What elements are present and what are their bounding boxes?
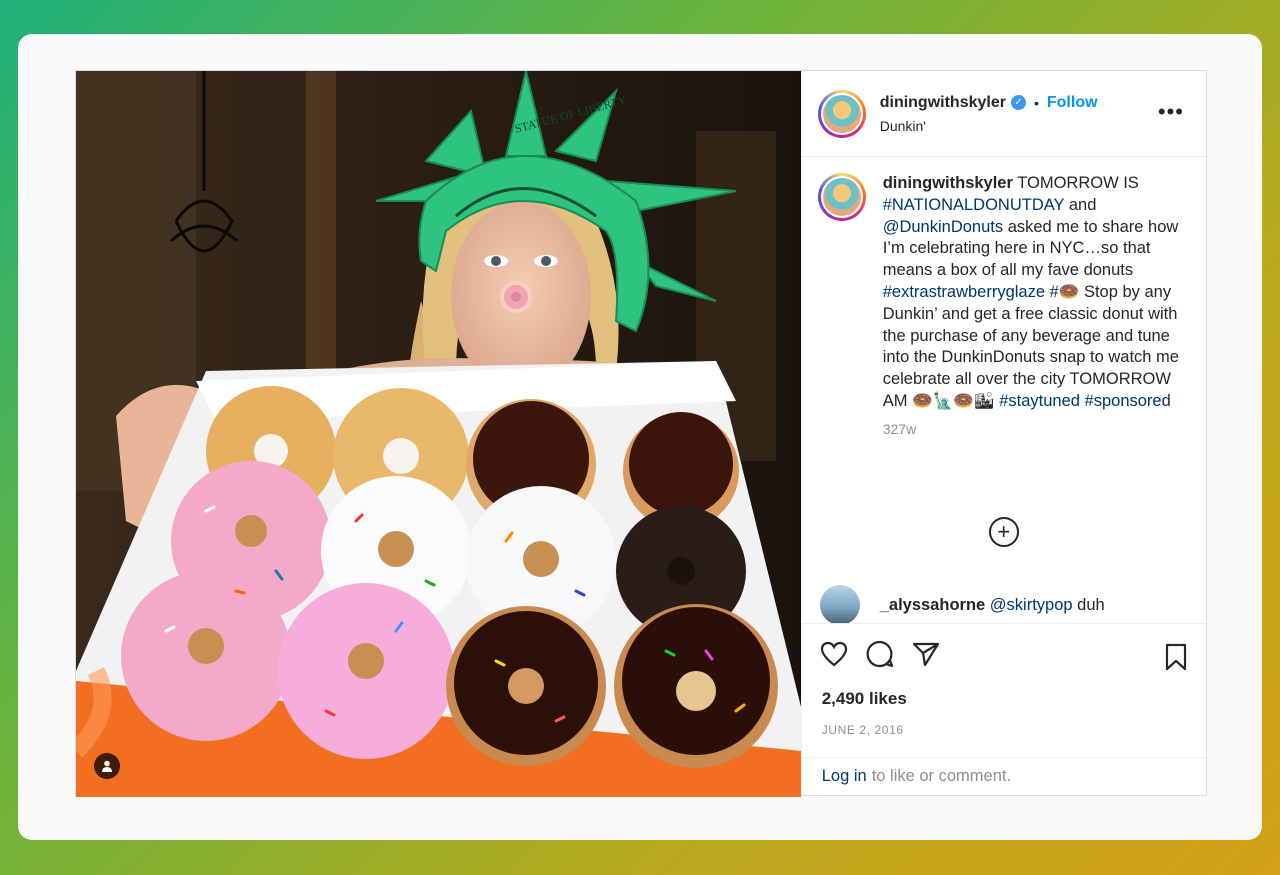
user-tag-icon[interactable] (94, 753, 120, 779)
more-options-icon[interactable]: ••• (1158, 101, 1184, 123)
comment-icon[interactable] (866, 640, 894, 673)
verified-badge-icon: ✓ (1010, 95, 1026, 110)
caption-text: TOMORROW IS #NATIONALDONUTDAY and @Dunki… (883, 174, 1179, 410)
caption-hashtag[interactable]: @DunkinDonuts (883, 218, 1003, 236)
caption-segment: TOMORROW IS (1017, 174, 1139, 192)
donut-photo: STATUE OF LIBERTY (76, 71, 801, 797)
location-link[interactable]: Dunkin' (880, 118, 1098, 134)
comments-section: diningwithskyler TOMORROW IS #NATIONALDO… (802, 157, 1206, 623)
caption-avatar[interactable] (817, 173, 866, 221)
follow-button[interactable]: Follow (1047, 94, 1098, 112)
comment-mention[interactable]: @skirtypop (990, 596, 1073, 615)
comment-item: _alyssahorne @skirtypop duh (819, 585, 1105, 623)
author-username[interactable]: diningwithskyler (880, 94, 1006, 112)
bookmark-icon[interactable] (1164, 643, 1188, 676)
post-date: JUNE 2, 2016 (821, 723, 904, 737)
likes-count[interactable]: 2,490 likes (802, 689, 1206, 717)
caption-hashtag[interactable]: #staytuned (999, 392, 1080, 410)
load-more-comments-icon[interactable]: + (988, 517, 1019, 547)
login-prompt: Log in to like or comment. (801, 757, 1206, 795)
action-bar (801, 623, 1206, 689)
commenter-avatar[interactable] (819, 585, 860, 623)
caption-username[interactable]: diningwithskyler (883, 174, 1013, 192)
header-separator: • (1033, 94, 1039, 111)
post-header: diningwithskyler ✓ • Follow Dunkin' ••• (801, 71, 1206, 157)
caption-hashtag[interactable]: #🍩 (1050, 283, 1080, 301)
post-sidebar: diningwithskyler ✓ • Follow Dunkin' ••• … (800, 71, 1206, 795)
post-image[interactable]: STATUE OF LIBERTY (76, 71, 801, 797)
author-avatar[interactable] (817, 89, 866, 138)
post-container: STATUE OF LIBERTY diningwithskyler ✓ • F… (75, 70, 1207, 797)
caption-segment: and (1064, 195, 1097, 214)
caption-hashtag[interactable]: #extrastrawberryglaze (883, 283, 1045, 301)
caption-hashtag[interactable]: #sponsored (1085, 392, 1171, 410)
caption-age: 327w (882, 420, 917, 437)
caption-hashtag[interactable]: #NATIONALDONUTDAY (883, 196, 1065, 214)
caption: diningwithskyler TOMORROW IS #NATIONALDO… (817, 173, 1190, 441)
commenter-username[interactable]: _alyssahorne (880, 596, 985, 615)
comment-text: duh (1072, 595, 1105, 614)
login-link[interactable]: Log in (822, 767, 867, 786)
login-prompt-text: to like or comment. (871, 767, 1012, 785)
caption-segment: Stop by any Dunkin’ and get a free class… (882, 282, 1179, 410)
share-icon[interactable] (912, 641, 940, 672)
heart-icon[interactable] (820, 641, 848, 672)
